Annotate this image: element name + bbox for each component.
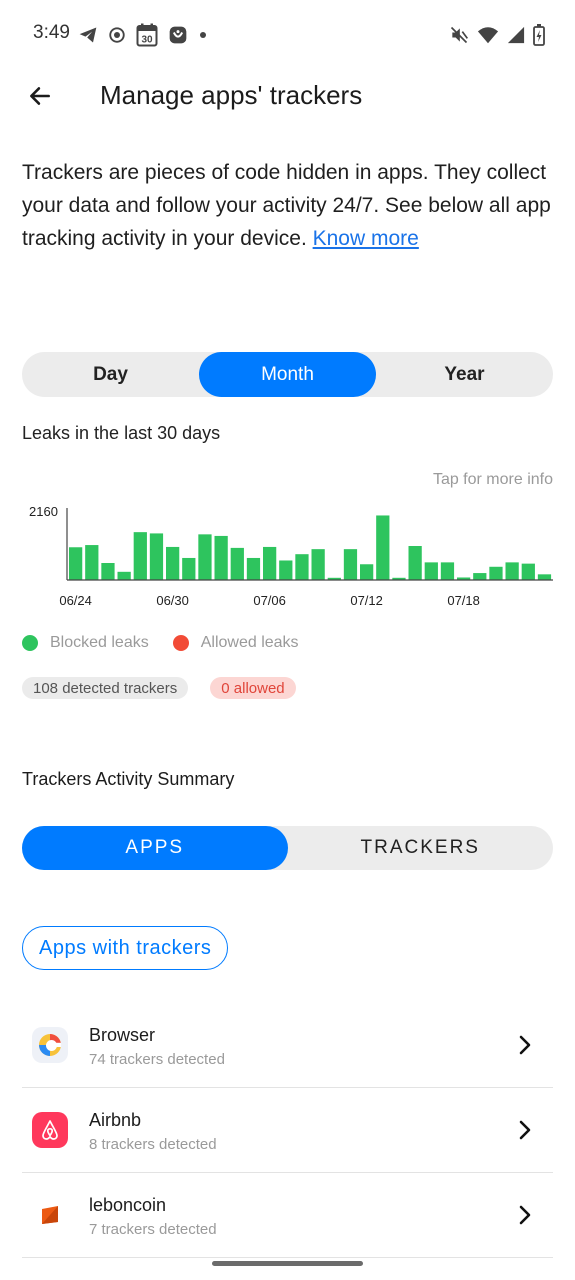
- blocked-bar[interactable]: [101, 563, 115, 580]
- blocked-bar[interactable]: [117, 571, 131, 580]
- blocked-bar[interactable]: [505, 562, 519, 580]
- tab-apps[interactable]: APPS: [22, 826, 288, 870]
- chevron-right-icon: [519, 1035, 531, 1055]
- app-trackers-count: 74 trackers detected: [89, 1051, 225, 1068]
- x-tick-label: 06/30: [156, 593, 189, 608]
- dot-icon: [200, 32, 206, 38]
- blocked-bar[interactable]: [295, 554, 309, 580]
- blocked-bar[interactable]: [230, 547, 244, 580]
- status-time: 3:49: [33, 22, 70, 43]
- status-right-icons: [449, 22, 545, 48]
- leaks-title: Leaks in the last 30 days: [22, 423, 221, 443]
- tab-year[interactable]: Year: [376, 352, 553, 397]
- x-ticks-group: 06/24 06/30 07/06 07/12 07/18: [59, 593, 480, 608]
- know-more-link[interactable]: Know more: [313, 227, 419, 250]
- leboncoin-icon: [32, 1197, 68, 1233]
- app-trackers-count: 8 trackers detected: [89, 1136, 217, 1153]
- chart-legend: Blocked leaks Allowed leaks: [22, 634, 323, 652]
- blocked-bar[interactable]: [440, 562, 455, 580]
- blocked-bar[interactable]: [246, 557, 261, 580]
- signal-icon: [507, 26, 525, 44]
- x-tick-label: 07/06: [253, 593, 286, 608]
- blocked-bar[interactable]: [473, 573, 487, 580]
- intro-text: Trackers are pieces of code hidden in ap…: [22, 156, 552, 255]
- calendar-icon: 30: [136, 23, 158, 47]
- app-row-leboncoin[interactable]: leboncoin 7 trackers detected: [22, 1173, 553, 1258]
- arrow-left-icon: [30, 87, 50, 105]
- record-icon: [109, 27, 125, 43]
- x-tick-label: 07/12: [350, 593, 383, 608]
- leaks-chart[interactable]: 2160 06/24 06/30 07/06 07/12 07/18: [22, 500, 555, 615]
- app-name: Airbnb: [89, 1110, 142, 1130]
- tab-trackers[interactable]: TRACKERS: [288, 826, 554, 870]
- legend-blocked: Blocked leaks: [22, 634, 149, 652]
- back-button[interactable]: [22, 78, 58, 114]
- blocked-bar[interactable]: [537, 574, 552, 580]
- blocked-bar[interactable]: [489, 566, 503, 580]
- chevron-right-icon: [519, 1205, 531, 1225]
- blocked-bar[interactable]: [360, 564, 374, 580]
- legend-blocked-label: Blocked leaks: [50, 634, 149, 651]
- blocked-bar[interactable]: [133, 532, 147, 580]
- bars-group: [69, 515, 552, 580]
- blocked-bar[interactable]: [166, 546, 180, 580]
- blocked-bar[interactable]: [408, 546, 422, 580]
- legend-allowed-label: Allowed leaks: [200, 634, 299, 651]
- blocked-bar[interactable]: [343, 549, 358, 580]
- period-selector: Day Month Year: [22, 352, 553, 397]
- blocked-bar[interactable]: [279, 560, 293, 580]
- legend-allowed: Allowed leaks: [172, 634, 299, 652]
- blocked-bar[interactable]: [149, 533, 164, 580]
- blocked-bar[interactable]: [214, 535, 228, 580]
- status-bar: 3:49 30: [0, 0, 575, 70]
- app-row-browser[interactable]: Browser 74 trackers detected: [22, 1003, 553, 1088]
- detected-trackers-badge: 108 detected trackers: [22, 677, 189, 699]
- blocked-dot: [22, 635, 38, 651]
- y-tick-label: 2160: [29, 504, 58, 519]
- allowed-dot: [172, 635, 189, 651]
- telegram-icon: [79, 27, 97, 43]
- summary-title: Trackers Activity Summary: [22, 769, 235, 789]
- x-tick-label: 06/24: [59, 593, 92, 608]
- blocked-bar[interactable]: [85, 545, 99, 580]
- blocked-bar[interactable]: [521, 563, 535, 580]
- tap-info[interactable]: Tap for more info: [433, 471, 553, 489]
- summary-selector: APPS TRACKERS: [22, 826, 553, 870]
- app-trackers-count: 7 trackers detected: [89, 1221, 217, 1238]
- blocked-bar[interactable]: [263, 546, 277, 580]
- blocked-bar[interactable]: [376, 515, 390, 580]
- wifi-icon: [477, 27, 499, 44]
- intro-body: Trackers are pieces of code hidden in ap…: [22, 161, 551, 250]
- blocked-bar[interactable]: [198, 534, 212, 580]
- allowed-badge: 0 allowed: [210, 677, 296, 699]
- app-list: Browser 74 trackers detected Airbnb 8 tr…: [22, 1003, 553, 1258]
- home-indicator[interactable]: [212, 1261, 363, 1266]
- chevron-right-icon: [519, 1120, 531, 1140]
- app-notification-icon: [169, 26, 187, 44]
- tab-day[interactable]: Day: [22, 352, 199, 397]
- x-tick-label: 07/18: [447, 593, 480, 608]
- airbnb-icon: [32, 1112, 68, 1148]
- battery-icon: [533, 24, 545, 46]
- blocked-bar[interactable]: [182, 557, 196, 580]
- tracker-chips: 108 detected trackers 0 allowed: [22, 677, 296, 699]
- blocked-bar[interactable]: [69, 547, 83, 580]
- tab-month[interactable]: Month: [199, 352, 376, 397]
- calendar-day: 30: [141, 35, 153, 46]
- blocked-bar[interactable]: [311, 549, 325, 580]
- status-left-icons: 30: [78, 22, 208, 48]
- app-name: Browser: [89, 1025, 156, 1045]
- apps-with-trackers-button[interactable]: Apps with trackers: [22, 926, 229, 970]
- page-title: Manage apps' trackers: [100, 80, 363, 110]
- blocked-bar[interactable]: [424, 562, 438, 580]
- mute-icon: [450, 26, 468, 44]
- app-row-airbnb[interactable]: Airbnb 8 trackers detected: [22, 1088, 553, 1173]
- app-name: leboncoin: [89, 1195, 167, 1215]
- browser-icon: [32, 1027, 68, 1063]
